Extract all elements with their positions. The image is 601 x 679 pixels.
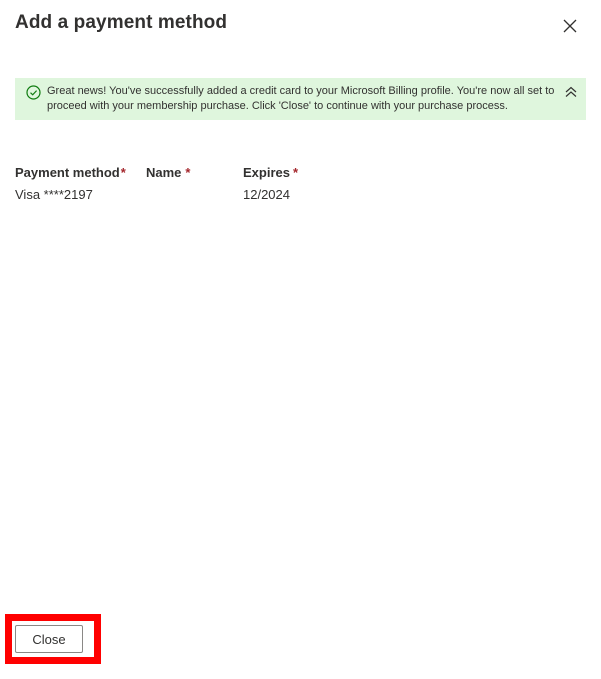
checkmark-circle-icon — [26, 85, 41, 100]
double-chevron-up-icon[interactable] — [563, 84, 579, 100]
success-banner: Great news! You've successfully added a … — [15, 78, 586, 120]
required-marker: * — [185, 165, 191, 180]
payment-method-value: Visa ****2197 — [15, 187, 93, 202]
expires-value: 12/2024 — [243, 187, 290, 202]
page-title: Add a payment method — [15, 12, 228, 33]
name-label: Name * — [146, 165, 191, 180]
expires-label: Expires * — [243, 165, 299, 180]
required-marker: * — [292, 165, 299, 180]
banner-message: Great news! You've successfully added a … — [47, 85, 555, 112]
close-button[interactable]: Close — [15, 625, 83, 653]
required-marker: * — [120, 165, 126, 180]
close-icon[interactable] — [560, 16, 580, 36]
add-payment-method-panel: Add a payment method Great news! You've … — [0, 0, 601, 679]
payment-method-label: Payment method* — [15, 165, 126, 180]
